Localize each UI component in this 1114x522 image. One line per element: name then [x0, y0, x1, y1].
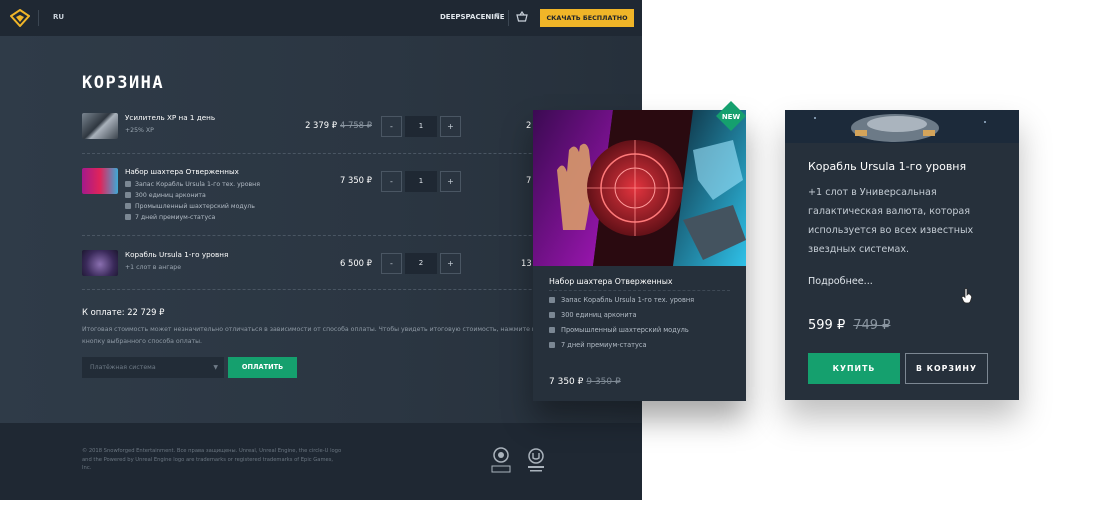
- item-thumbnail: [82, 250, 118, 276]
- chevron-down-icon[interactable]: ▼: [495, 12, 500, 19]
- bundle-artwork: [533, 110, 746, 266]
- payment-note: Итоговая стоимость может незначительно о…: [82, 326, 540, 345]
- product-image: [533, 110, 746, 266]
- star-icon: [125, 214, 131, 220]
- new-badge-label: NEW: [722, 113, 741, 121]
- decrease-button[interactable]: -: [381, 253, 402, 274]
- logo-icon[interactable]: [10, 9, 30, 27]
- divider: [508, 10, 509, 26]
- item-name[interactable]: Усилитель XP на 1 день: [125, 113, 215, 122]
- decrease-button[interactable]: -: [381, 171, 402, 192]
- item-tooltip-card: Корабль Ursula 1-го уровня +1 слот в Уни…: [785, 110, 1019, 400]
- footer: © 2018 Snowforged Entertainment. Все пра…: [0, 423, 642, 500]
- payment-system-select[interactable]: Платёжная система ▼: [82, 357, 224, 378]
- studio-logo-icon[interactable]: [489, 445, 513, 475]
- quantity-value[interactable]: 1: [405, 171, 437, 192]
- stage: RU DEEPSPACENINE ▼ СКАЧАТЬ БЕСПЛАТНО КОР…: [0, 0, 1114, 522]
- price-current: 6 500 ₽: [340, 258, 372, 268]
- feature-item: Промышленный шахтерский модуль: [125, 203, 255, 210]
- module-icon: [549, 327, 555, 333]
- item-thumbnail: [82, 168, 118, 194]
- ship-icon: [549, 297, 555, 303]
- feature-item: 300 единиц арконита: [125, 192, 206, 199]
- pay-button[interactable]: ОПЛАТИТЬ: [228, 357, 297, 378]
- price-old: 4 758 ₽: [340, 120, 372, 130]
- item-price: 2 379 ₽4 758 ₽: [300, 120, 372, 130]
- crystal-icon: [549, 312, 555, 318]
- feature-item: 300 единиц арконита: [549, 311, 636, 319]
- price-current: 599 ₽: [808, 318, 846, 333]
- crystal-icon: [125, 192, 131, 198]
- price-current: 2 379 ₽: [305, 120, 338, 130]
- new-badge: NEW: [716, 101, 746, 131]
- price-current: 7 350 ₽: [549, 377, 584, 387]
- more-link[interactable]: Подробнее...: [808, 276, 873, 287]
- legal-text: © 2018 Snowforged Entertainment. Все пра…: [82, 448, 342, 471]
- item-price: 7 350 ₽: [312, 175, 372, 185]
- ship-icon: [125, 181, 131, 187]
- tooltip-price: 599 ₽ 749 ₽: [808, 318, 890, 333]
- item-name[interactable]: Корабль Ursula 1-го уровня: [125, 250, 228, 259]
- module-icon: [125, 203, 131, 209]
- divider: [549, 290, 730, 291]
- buy-button[interactable]: КУПИТЬ: [808, 353, 900, 384]
- product-price: 7 350 ₽9 350 ₽: [549, 377, 621, 387]
- page-title: КОРЗИНА: [82, 73, 165, 93]
- price-old: 9 350 ₽: [586, 377, 621, 387]
- star-icon: [549, 342, 555, 348]
- item-total: 2: [526, 120, 532, 130]
- top-navbar: RU DEEPSPACENINE ▼ СКАЧАТЬ БЕСПЛАТНО: [0, 0, 642, 36]
- ship-image: [785, 110, 1019, 143]
- feature-item: Запас Корабль Ursula 1-го тех. уровня: [549, 296, 694, 304]
- feature-item: Промышленный шахтерский модуль: [549, 326, 689, 334]
- item-price: 6 500 ₽: [312, 258, 372, 268]
- hand-cursor-icon: [961, 288, 973, 304]
- basket-icon[interactable]: [516, 11, 528, 23]
- tooltip-title: Корабль Ursula 1-го уровня: [808, 160, 967, 173]
- decrease-button[interactable]: -: [381, 116, 402, 137]
- divider: [38, 10, 39, 26]
- item-total: 7: [526, 175, 532, 185]
- payment-total: К оплате: 22 729 ₽: [82, 307, 165, 317]
- increase-button[interactable]: +: [440, 253, 461, 274]
- increase-button[interactable]: +: [440, 116, 461, 137]
- feature-item: Запас Корабль Ursula 1-го тех. уровня: [125, 181, 260, 188]
- add-to-cart-button[interactable]: В КОРЗИНУ: [905, 353, 988, 384]
- price-current: 7 350 ₽: [340, 175, 372, 185]
- product-card[interactable]: Набор шахтера Отверженных Запас Корабль …: [533, 110, 746, 401]
- feature-item: 7 дней премиум-статуса: [549, 341, 647, 349]
- increase-button[interactable]: +: [440, 171, 461, 192]
- item-thumbnail: [82, 113, 118, 139]
- item-name[interactable]: Набор шахтера Отверженных: [125, 167, 239, 176]
- quantity-value[interactable]: 2: [405, 253, 437, 274]
- item-total: 13: [521, 258, 532, 268]
- language-switch[interactable]: RU: [53, 13, 64, 21]
- unreal-engine-logo-icon[interactable]: [526, 445, 546, 475]
- item-subtitle: +1 слот в ангаре: [125, 264, 182, 271]
- item-subtitle: +25% XP: [125, 127, 154, 134]
- product-title: Набор шахтера Отверженных: [549, 277, 673, 286]
- quantity-value[interactable]: 1: [405, 116, 437, 137]
- feature-item: 7 дней премиум-статуса: [125, 214, 215, 221]
- tooltip-description: +1 слот в Универсальная галактическая ва…: [808, 187, 974, 255]
- chevron-down-icon: ▼: [213, 364, 218, 371]
- ship-artwork: [785, 110, 1019, 143]
- select-placeholder: Платёжная система: [90, 364, 156, 371]
- download-free-button[interactable]: СКАЧАТЬ БЕСПЛАТНО: [540, 9, 634, 27]
- price-old: 749 ₽: [853, 318, 891, 333]
